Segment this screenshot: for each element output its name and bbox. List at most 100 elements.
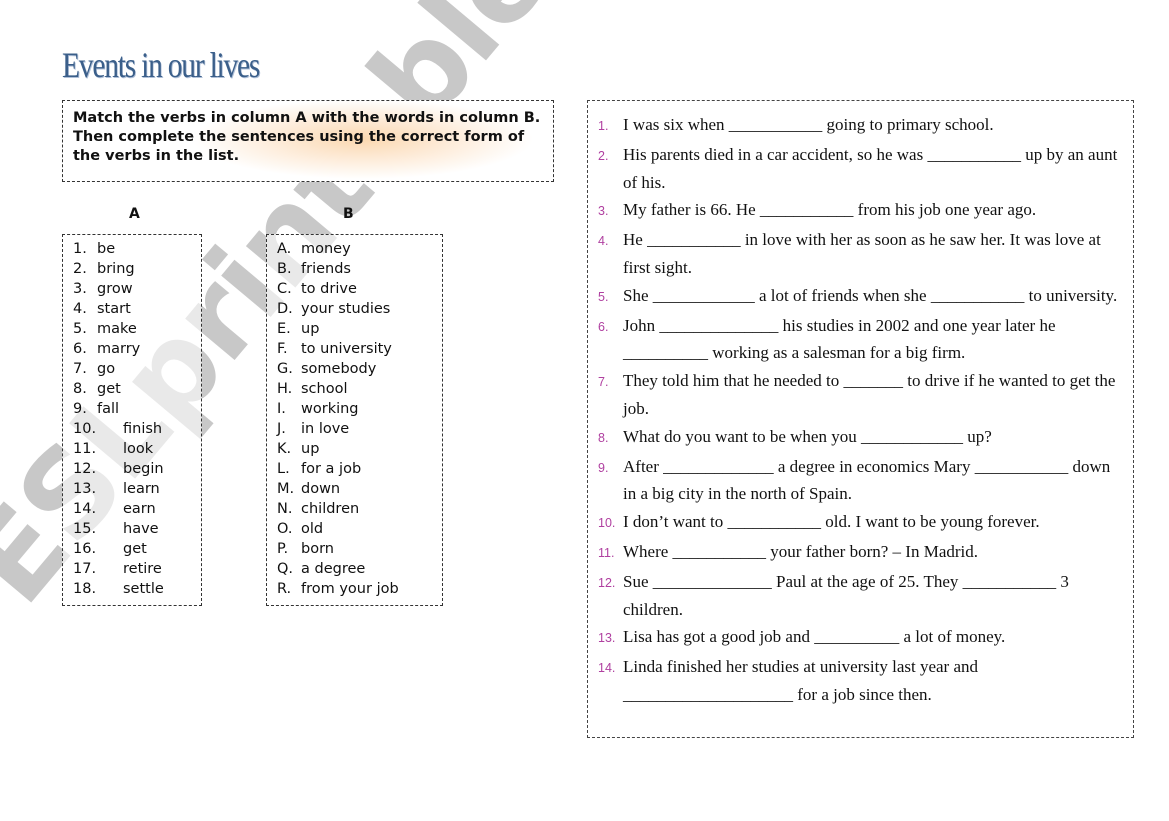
collocation-letter: C.	[277, 281, 292, 297]
verb-number: 2.	[73, 261, 87, 277]
collocation-item: M. down	[277, 479, 442, 499]
verb-item: 11. look	[73, 439, 201, 459]
collocation-word: money	[301, 241, 351, 257]
collocation-item: G. somebody	[277, 359, 442, 379]
verb-word: earn	[123, 501, 156, 517]
verb-number: 4.	[73, 301, 87, 317]
collocation-letter: P.	[277, 541, 289, 557]
sentence-number: 8.	[598, 430, 609, 445]
sentence-item: 5. She ____________ a lot of friends when…	[598, 282, 1123, 312]
collocation-word: old	[301, 521, 324, 537]
sentence-item: 4. He ___________ in love with her as soo…	[598, 226, 1123, 282]
sentence-number: 6.	[598, 319, 609, 334]
collocation-word: in love	[301, 421, 350, 437]
verb-word: look	[123, 441, 154, 457]
sentence-text: Sue ______________ Paul at the age of 25…	[623, 571, 1069, 619]
verb-item: 15. have	[73, 519, 201, 539]
collocation-word: up	[301, 321, 320, 337]
collocation-item: C. to drive	[277, 279, 442, 299]
verb-word: start	[97, 301, 131, 317]
verb-number: 17.	[73, 561, 97, 577]
verb-item: 7. go	[73, 359, 201, 379]
collocation-word: up	[301, 441, 320, 457]
sentences-box: 1. I was six when ___________ going to pr…	[587, 100, 1134, 738]
verb-item: 6. marry	[73, 339, 201, 359]
collocation-item: B. friends	[277, 259, 442, 279]
sentence-number: 13.	[598, 631, 616, 646]
verb-item: 17. retire	[73, 559, 201, 579]
collocation-letter: K.	[277, 441, 292, 457]
collocation-item: H. school	[277, 379, 442, 399]
verb-number: 10.	[73, 421, 97, 437]
verb-item: 3. grow	[73, 279, 201, 299]
collocation-word: a degree	[301, 561, 366, 577]
sentence-text: I don’t want to ___________ old. I want …	[623, 512, 1040, 532]
collocation-word: to university	[301, 341, 392, 357]
verb-number: 15.	[73, 521, 97, 537]
verb-number: 9.	[73, 401, 87, 417]
collocation-word: from your job	[301, 581, 399, 597]
collocation-item: D. your studies	[277, 299, 442, 319]
collocation-word: to drive	[301, 281, 357, 297]
collocation-letter: R.	[277, 581, 292, 597]
collocation-word: friends	[301, 261, 351, 277]
verb-word: marry	[97, 341, 141, 357]
verb-word: fall	[97, 401, 120, 417]
sentence-number: 2.	[598, 148, 609, 163]
sentence-number: 7.	[598, 375, 609, 390]
verb-number: 13.	[73, 481, 97, 497]
sentence-number: 11.	[598, 545, 615, 560]
collocation-item: I. working	[277, 399, 442, 419]
sentence-item: 6. John ______________ his studies in 200…	[598, 312, 1123, 368]
verb-number: 11.	[73, 441, 97, 457]
collocation-word: children	[301, 501, 360, 517]
sentence-item: 3. My father is 66. He ___________ from h…	[598, 196, 1123, 226]
verb-word: have	[123, 521, 159, 537]
collocation-item: P. born	[277, 539, 442, 559]
sentence-number: 9.	[598, 460, 609, 475]
instructions-box: Match the verbs in column A with the wor…	[62, 100, 554, 182]
verb-item: 4. start	[73, 299, 201, 319]
collocation-word: down	[301, 481, 341, 497]
sentence-item: 1. I was six when ___________ going to pr…	[598, 111, 1123, 141]
sentence-number: 4.	[598, 234, 609, 249]
collocation-item: N. children	[277, 499, 442, 519]
verb-number: 16.	[73, 541, 97, 557]
verb-word: grow	[97, 281, 133, 297]
collocation-letter: J.	[277, 421, 286, 437]
column-a-list: 1. be 2. bring 3. grow 4. start 5. make 6. marry 7. g…	[62, 234, 202, 606]
verb-word: be	[97, 241, 116, 257]
verb-item: 8. get	[73, 379, 201, 399]
collocation-item: E. up	[277, 319, 442, 339]
verb-item: 14. earn	[73, 499, 201, 519]
collocation-item: O. old	[277, 519, 442, 539]
collocation-item: F. to university	[277, 339, 442, 359]
sentence-text: She ____________ a lot of friends when s…	[623, 285, 1118, 305]
collocation-letter: E.	[277, 321, 291, 337]
sentence-text: He ___________ in love with her as soon …	[623, 230, 1101, 277]
sentence-number: 1.	[598, 119, 609, 133]
verb-number: 6.	[73, 341, 87, 357]
collocation-word: working	[301, 401, 359, 417]
verb-number: 3.	[73, 281, 87, 297]
collocation-letter: L.	[277, 461, 290, 477]
collocation-letter: I.	[277, 401, 286, 417]
verb-number: 1.	[73, 241, 87, 257]
sentence-item: 8. What do you want to be when you ______…	[598, 423, 1123, 453]
verb-item: 16. get	[73, 539, 201, 559]
collocation-item: R. from your job	[277, 579, 442, 599]
verb-word: learn	[123, 481, 160, 497]
sentence-item: 10. I don’t want to ___________ old. I wa…	[598, 508, 1123, 538]
collocation-word: school	[301, 381, 348, 397]
collocation-item: Q. a degree	[277, 559, 442, 579]
verb-item: 5. make	[73, 319, 201, 339]
collocation-letter: O.	[277, 521, 293, 537]
verb-number: 5.	[73, 321, 87, 337]
verb-item: 9. fall	[73, 399, 201, 419]
collocation-item: J. in love	[277, 419, 442, 439]
verb-word: retire	[123, 561, 162, 577]
column-a-heading: A	[129, 206, 140, 222]
collocation-letter: G.	[277, 361, 293, 377]
verb-item: 13. learn	[73, 479, 201, 499]
verb-word: go	[97, 361, 116, 377]
